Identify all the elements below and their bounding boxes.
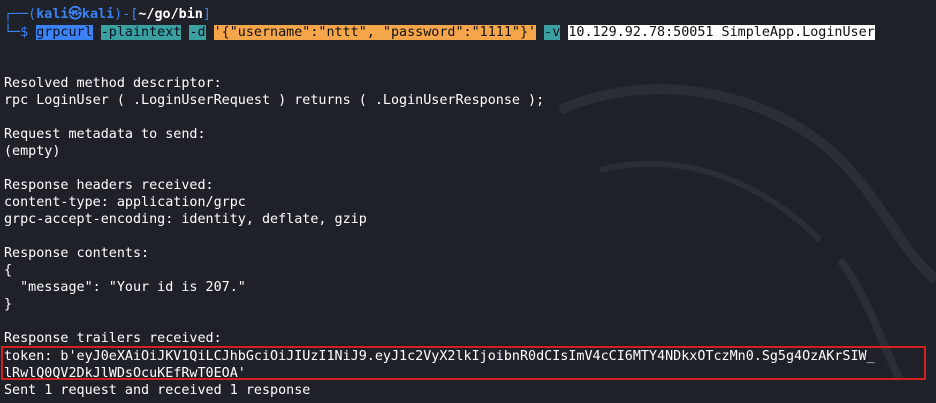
command-target: 10.129.92.78:50051 SimpleApp.LoginUser [568, 25, 875, 40]
prompt-user: kali㉿kali [36, 7, 115, 22]
command-payload: '{"username":"nttt", "password":"1111"}' [213, 25, 537, 40]
prompt-corner-lower: └─ [4, 25, 21, 40]
output-resolved-signature: rpc LoginUser ( .LoginUserRequest ) retu… [4, 93, 545, 108]
command-flag-d: -d [189, 25, 206, 40]
command-flag-v: -v [544, 25, 561, 40]
output-token-line-1: token: b'eyJ0eXAiOiJKV1QiLCJhbGciOiJIUzI… [4, 349, 875, 364]
output-header-encoding: grpc-accept-encoding: identity, deflate,… [4, 212, 367, 227]
prompt-path: ~/go/bin [138, 7, 203, 22]
prompt-dollar: $ [20, 25, 29, 40]
output-resolved-title: Resolved method descriptor: [4, 76, 222, 91]
output-headers-title: Response headers received: [4, 178, 214, 193]
prompt-corner: ┌──( [4, 7, 37, 22]
output-header-content-type: content-type: application/grpc [4, 195, 246, 210]
terminal-window[interactable]: ┌──(kali㉿kali)-[~/go/bin] └─$ grpcurl -p… [0, 0, 936, 403]
output-token-line-2: lRwlQ0QV2DkJlWDsOcuKEfRwT0EOA' [4, 366, 246, 381]
command-flag-plaintext: -plaintext [100, 25, 182, 40]
prompt-line-1: ┌──(kali㉿kali)-[~/go/bin] [4, 6, 211, 23]
output-brace-open: { [4, 263, 13, 278]
output-message: "message": "Your id is 207." [4, 280, 246, 295]
prompt-bracket: )-[ [114, 7, 139, 22]
output-metadata-title: Request metadata to send: [4, 127, 206, 142]
output-contents-title: Response contents: [4, 246, 150, 261]
output-trailers-title: Response trailers received: [4, 331, 222, 346]
output-brace-close: } [4, 297, 13, 312]
output-metadata-value: (empty) [4, 144, 61, 159]
command-name: grpcurl [36, 25, 93, 40]
output-sent-summary: Sent 1 request and received 1 response [4, 383, 311, 398]
prompt-bracket-end: ] [202, 7, 211, 22]
command-line[interactable]: └─$ grpcurl -plaintext -d '{"username":"… [4, 24, 875, 41]
